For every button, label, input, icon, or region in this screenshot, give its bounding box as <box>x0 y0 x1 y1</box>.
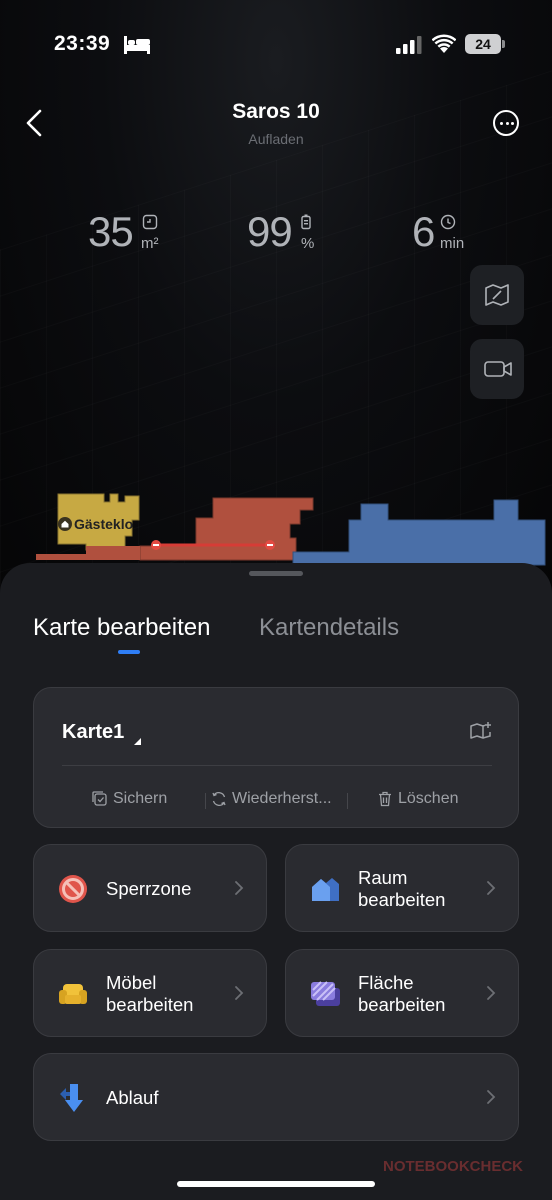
action-separator <box>205 793 206 809</box>
stat-time-unit: min <box>440 235 465 252</box>
status-time: 23:39 <box>54 32 111 55</box>
sequence-icon <box>60 1084 83 1112</box>
no-entry-icon <box>59 875 87 903</box>
battery-tip <box>502 40 505 48</box>
tile-label: bearbeiten <box>106 994 194 1015</box>
room-label: Gästeklo <box>74 516 134 532</box>
tile-label: Fläche <box>358 972 414 993</box>
tile-label: bearbeiten <box>358 994 446 1015</box>
signal-icon <box>396 36 422 54</box>
stat-area-value: 35 <box>88 208 134 255</box>
map-card: Karte1 Sichern Wiederherst... Löschen <box>33 687 519 828</box>
sheet-handle[interactable] <box>249 571 303 576</box>
map-name-selector[interactable]: Karte1 <box>62 721 124 744</box>
stat-battery-unit: % <box>301 235 315 252</box>
video-camera-icon <box>484 361 512 377</box>
camera-button[interactable] <box>470 339 524 399</box>
caret-icon <box>134 738 141 745</box>
chevron-right-icon <box>487 1090 496 1104</box>
trash-icon <box>379 791 391 807</box>
stat-area: 35 m² <box>88 208 168 258</box>
chevron-right-icon <box>487 881 496 895</box>
action-separator <box>347 793 348 809</box>
map-view: 23:39 24 Saros 10 Aufladen 35 m² 99 % 6 … <box>0 0 552 600</box>
edit-sheet: Karte bearbeiten Kartendetails Karte1 Si… <box>0 563 552 1200</box>
tile-label: Raum <box>358 867 408 888</box>
watermark-logo: NOTEBOOKCHECK <box>383 1158 524 1175</box>
save-label: Sichern <box>113 790 168 807</box>
map-icon <box>485 284 509 306</box>
stat-area-unit: m² <box>141 235 159 252</box>
tile-label: Sperrzone <box>106 878 192 899</box>
page-title: Saros 10 <box>232 100 320 123</box>
stat-time-value: 6 <box>412 208 435 255</box>
tile-label: Ablauf <box>106 1087 159 1108</box>
tile-label: bearbeiten <box>358 889 446 910</box>
more-options-button[interactable] <box>493 110 519 136</box>
home-indicator[interactable] <box>177 1181 375 1187</box>
battery-icon <box>301 214 311 230</box>
stat-battery: 99 % <box>247 208 327 258</box>
stat-time: 6 min <box>412 208 492 258</box>
tile-sperrzone[interactable]: Sperrzone <box>33 844 267 932</box>
home-icon <box>58 517 72 531</box>
tile-raum-bearbeiten[interactable]: Raum bearbeiten <box>285 844 519 932</box>
area-pattern-icon <box>311 981 340 1006</box>
tab-karte-bearbeiten[interactable]: Karte bearbeiten <box>33 614 210 642</box>
room-icon <box>312 878 339 901</box>
active-tab-indicator <box>118 650 140 654</box>
battery-indicator: 24 <box>465 34 501 54</box>
restore-label: Wiederherst... <box>232 790 332 807</box>
clock-icon <box>440 214 456 230</box>
tile-label: Möbel <box>106 972 157 993</box>
tile-ablauf[interactable]: Ablauf <box>33 1053 519 1141</box>
device-status: Aufladen <box>248 131 304 147</box>
bed-icon <box>124 36 150 54</box>
add-map-icon[interactable] <box>470 721 492 741</box>
tab-kartendetails[interactable]: Kartendetails <box>259 614 399 642</box>
chevron-right-icon <box>487 986 496 1000</box>
stat-battery-value: 99 <box>247 208 293 255</box>
tile-flaeche-bearbeiten[interactable]: Fläche bearbeiten <box>285 949 519 1037</box>
restore-icon <box>212 792 226 806</box>
map-card-divider <box>62 765 492 766</box>
area-icon <box>142 214 158 230</box>
delete-label: Löschen <box>398 790 459 807</box>
save-icon <box>92 791 107 806</box>
chevron-right-icon <box>235 881 244 895</box>
map-edit-button[interactable] <box>470 265 524 325</box>
status-bar: 23:39 24 <box>0 28 552 64</box>
wifi-icon <box>432 34 456 53</box>
tile-moebel-bearbeiten[interactable]: Möbel bearbeiten <box>33 949 267 1037</box>
chevron-right-icon <box>235 986 244 1000</box>
sofa-icon <box>59 984 87 1004</box>
